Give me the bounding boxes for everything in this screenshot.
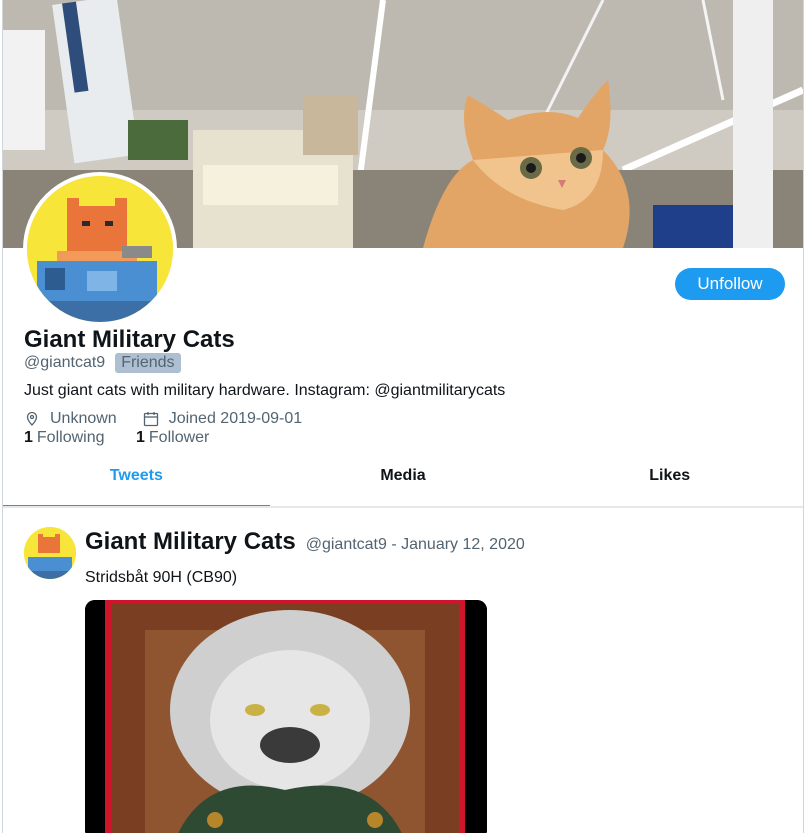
friends-badge: Friends: [115, 353, 181, 373]
tab-tweets[interactable]: Tweets: [3, 452, 270, 508]
following-label: Following: [36, 429, 105, 446]
location-item: Unknown: [24, 410, 117, 428]
follower-count: 1: [136, 429, 145, 446]
tweet-avatar-image: [24, 527, 76, 579]
tweet-author-handle[interactable]: @giantcat9: [306, 536, 387, 553]
tweet-header: Giant Military Cats @giantcat9 - January…: [85, 528, 525, 556]
profile-handle: @giantcat9: [24, 354, 106, 371]
profile-page: Unfollow Giant Military Cats @giantcat9 …: [2, 0, 804, 833]
profile-tabs: Tweets Media Likes: [3, 452, 803, 508]
tweet-text: Stridsbåt 90H (CB90): [85, 569, 238, 586]
joined-text: Joined 2019-09-01: [168, 410, 303, 427]
tabs-divider: [3, 506, 803, 508]
avatar-pixel-cat-image: [27, 176, 173, 322]
tab-likes[interactable]: Likes: [536, 452, 803, 507]
tab-media[interactable]: Media: [270, 452, 537, 507]
follower-label: Follower: [148, 429, 210, 446]
profile-meta: Unknown Joined 2019-09-01: [24, 410, 302, 428]
handle-row: @giantcat9 Friends: [24, 353, 181, 373]
profile-avatar[interactable]: [23, 172, 177, 326]
following-stat[interactable]: 1 Following: [24, 429, 136, 447]
profile-name: Giant Military Cats: [24, 326, 235, 353]
joined-item: Joined 2019-09-01: [143, 410, 302, 428]
tweet-meta: @giantcat9 - January 12, 2020: [306, 536, 525, 554]
follower-stat[interactable]: 1 Follower: [136, 429, 248, 447]
profile-bio: Just giant cats with military hardware. …: [24, 382, 506, 399]
follow-stats: 1 Following 1 Follower: [24, 429, 248, 447]
location-pin-icon: [24, 411, 40, 427]
tweet-media-image[interactable]: [85, 600, 487, 833]
tweet-author-name[interactable]: Giant Military Cats: [85, 528, 296, 556]
tweet-separator: -: [386, 536, 402, 553]
tweet-date[interactable]: January 12, 2020: [401, 536, 525, 553]
tweet-photo: [85, 600, 487, 833]
following-count: 1: [24, 429, 33, 446]
tweet-avatar[interactable]: [24, 527, 76, 579]
location-text: Unknown: [50, 410, 117, 427]
unfollow-button[interactable]: Unfollow: [675, 268, 785, 300]
calendar-icon: [143, 411, 159, 427]
